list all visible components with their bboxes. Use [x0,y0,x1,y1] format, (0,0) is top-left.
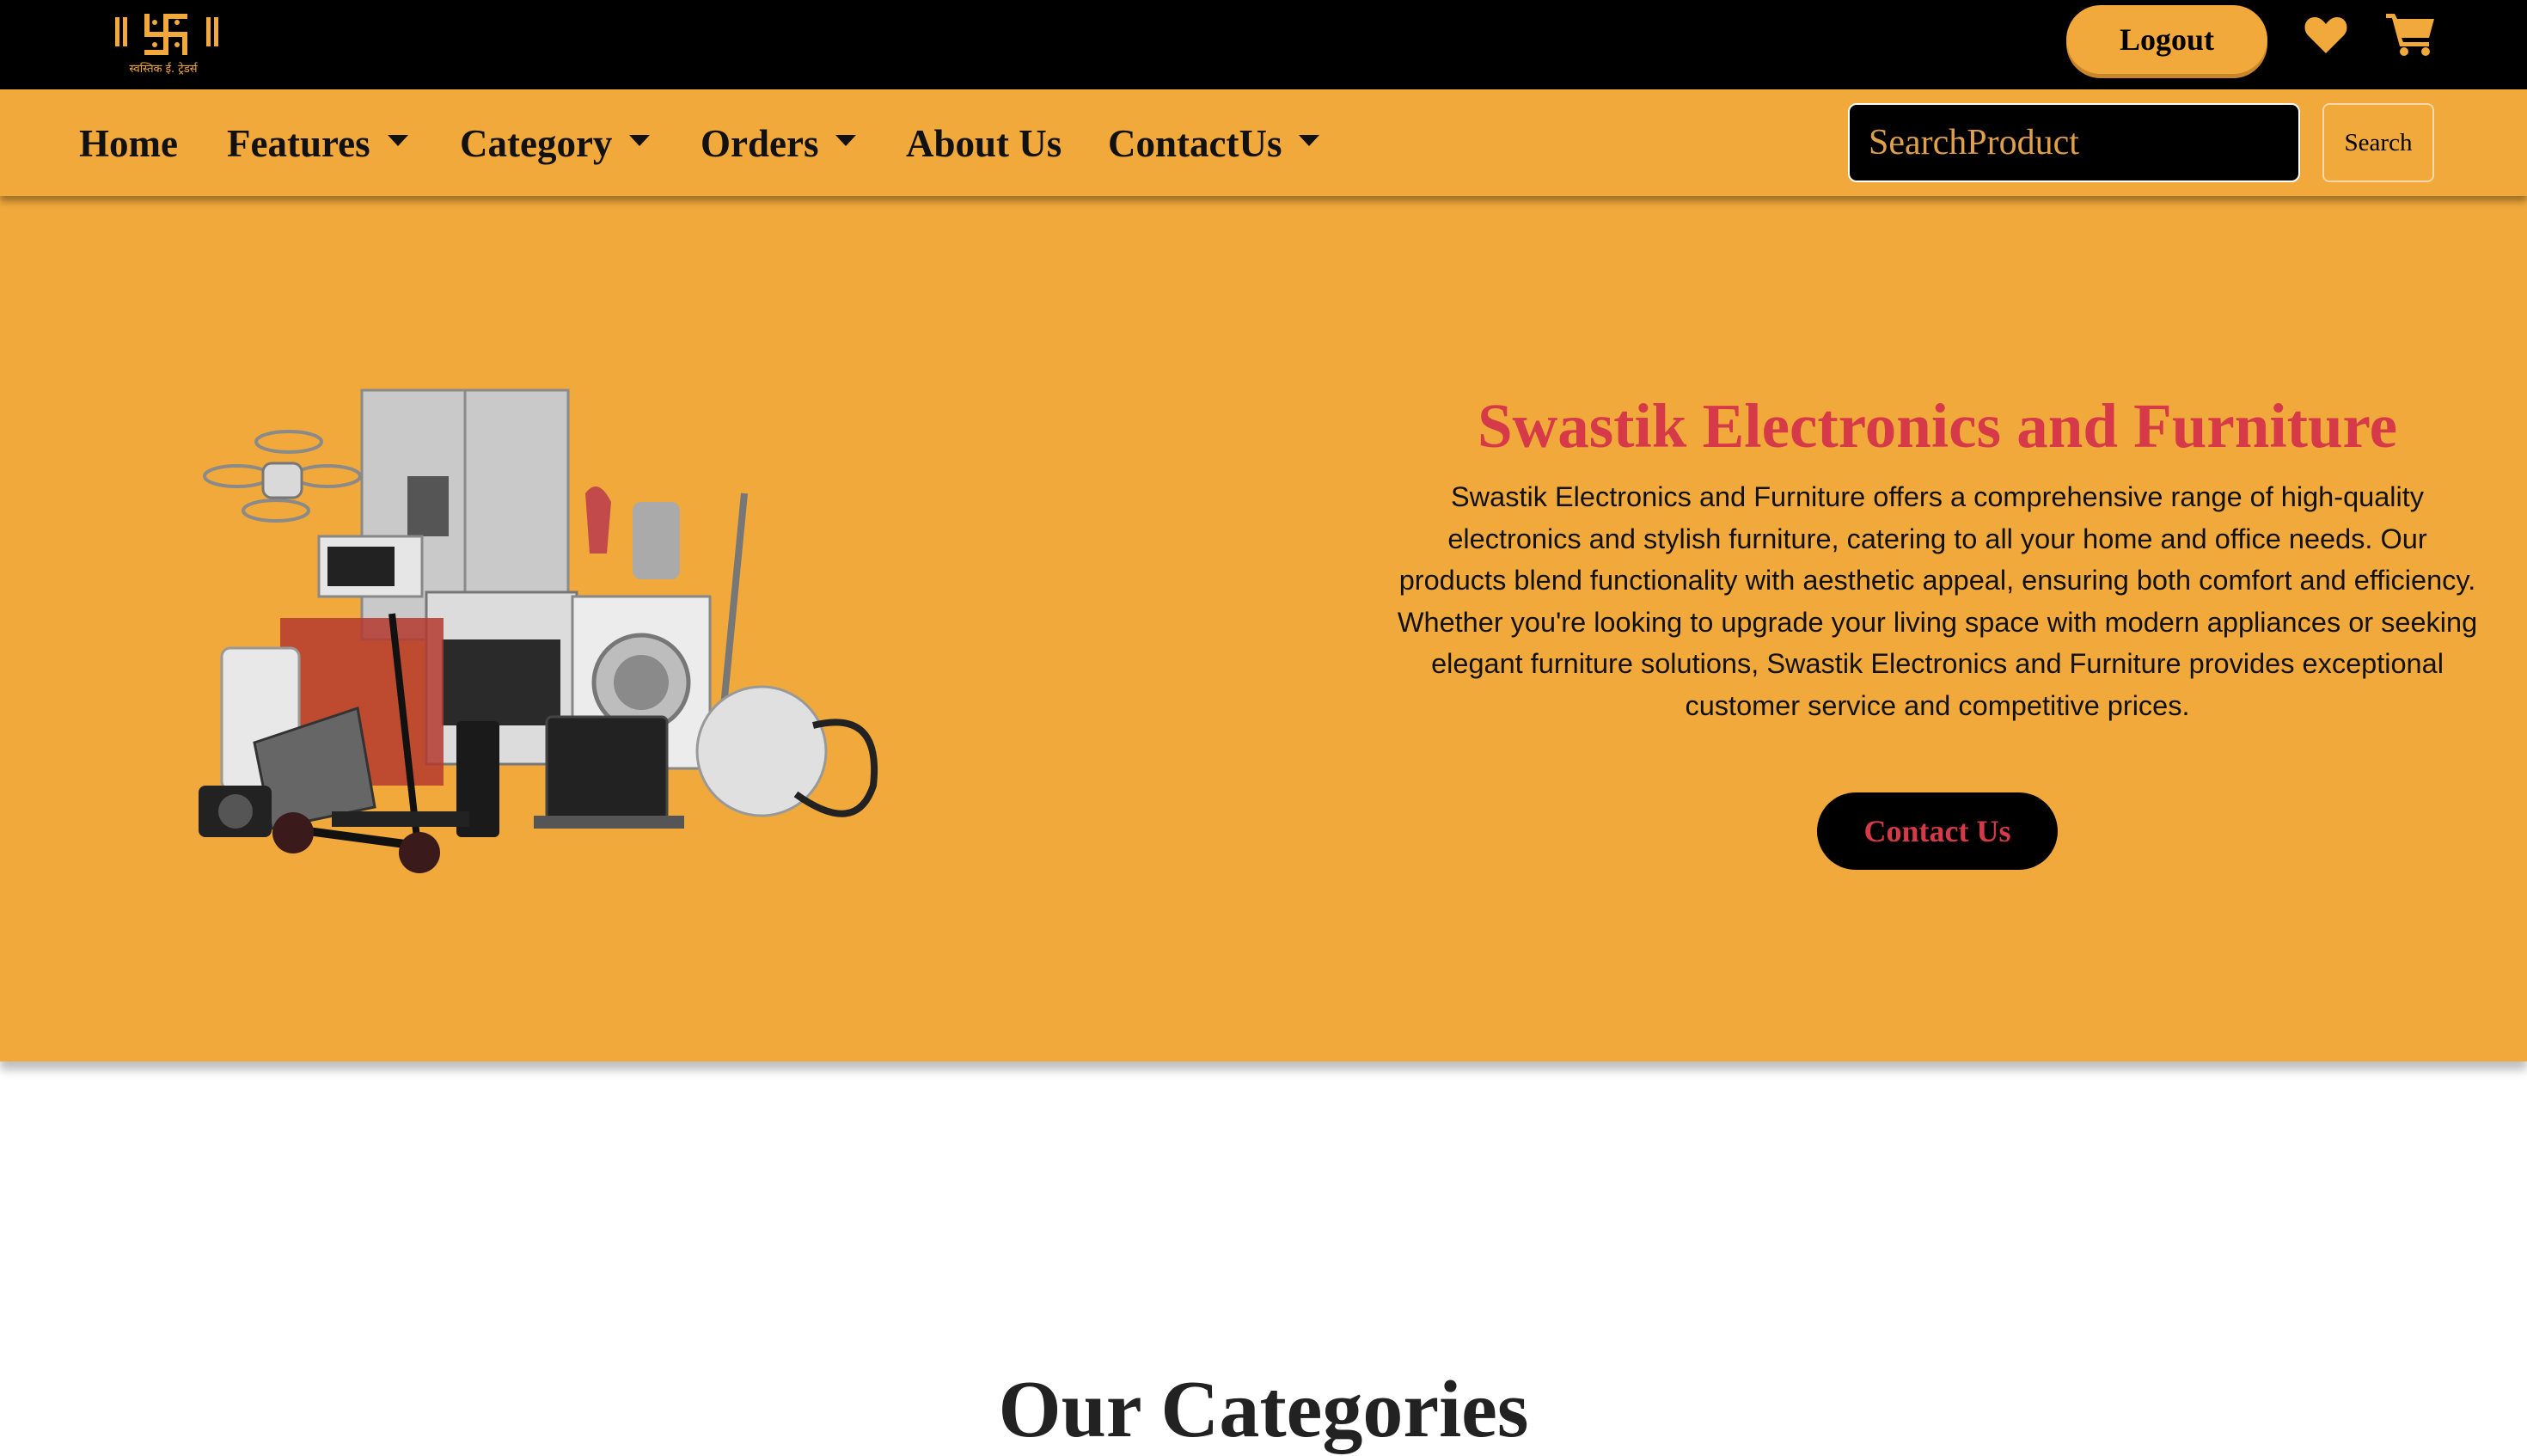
hero-title: Swastik Electronics and Furniture [1477,391,2398,461]
hero-section: Swastik Electronics and Furniture Swasti… [0,196,2527,1061]
nav-category-dropdown[interactable]: Category [460,113,651,174]
chevron-down-icon [629,134,651,146]
top-bar: स्वस्तिक ई. ट्रेडर्स Logout [0,0,2527,89]
nav-orders-dropdown[interactable]: Orders [701,113,857,174]
hero-description: Swastik Electronics and Furniture offers… [1397,481,2478,721]
nav-features-label: Features [227,122,370,165]
search-button[interactable]: Search [2322,103,2434,182]
nav-home[interactable]: Home [79,113,178,174]
nav-home-label: Home [79,122,178,165]
nav-about-us[interactable]: About Us [906,113,1062,174]
nav-features-dropdown[interactable]: Features [227,113,408,174]
logo-caption: स्वस्तिक ई. ट्रेडर्स [129,63,198,76]
nav-contactus-label: ContactUs [1108,122,1282,165]
chevron-down-icon [387,134,408,146]
nav-category-label: Category [460,122,613,165]
categories-heading: Our Categories [998,1365,1529,1454]
logout-button[interactable]: Logout [2066,5,2267,74]
heart-icon[interactable] [2304,15,2348,55]
main-navbar: Home Features Category Orders About Us C… [0,89,2527,196]
nav-orders-label: Orders [701,122,819,165]
appliances-collage-image [199,388,878,873]
cart-icon[interactable] [2386,12,2436,57]
nav-contactus-dropdown[interactable]: ContactUs [1108,113,1320,174]
chevron-down-icon [835,134,857,146]
contact-us-button[interactable]: Contact Us [1817,792,2058,870]
nav-about-us-label: About Us [906,122,1062,165]
search-input[interactable] [1848,103,2300,182]
chevron-down-icon [1299,134,1320,146]
